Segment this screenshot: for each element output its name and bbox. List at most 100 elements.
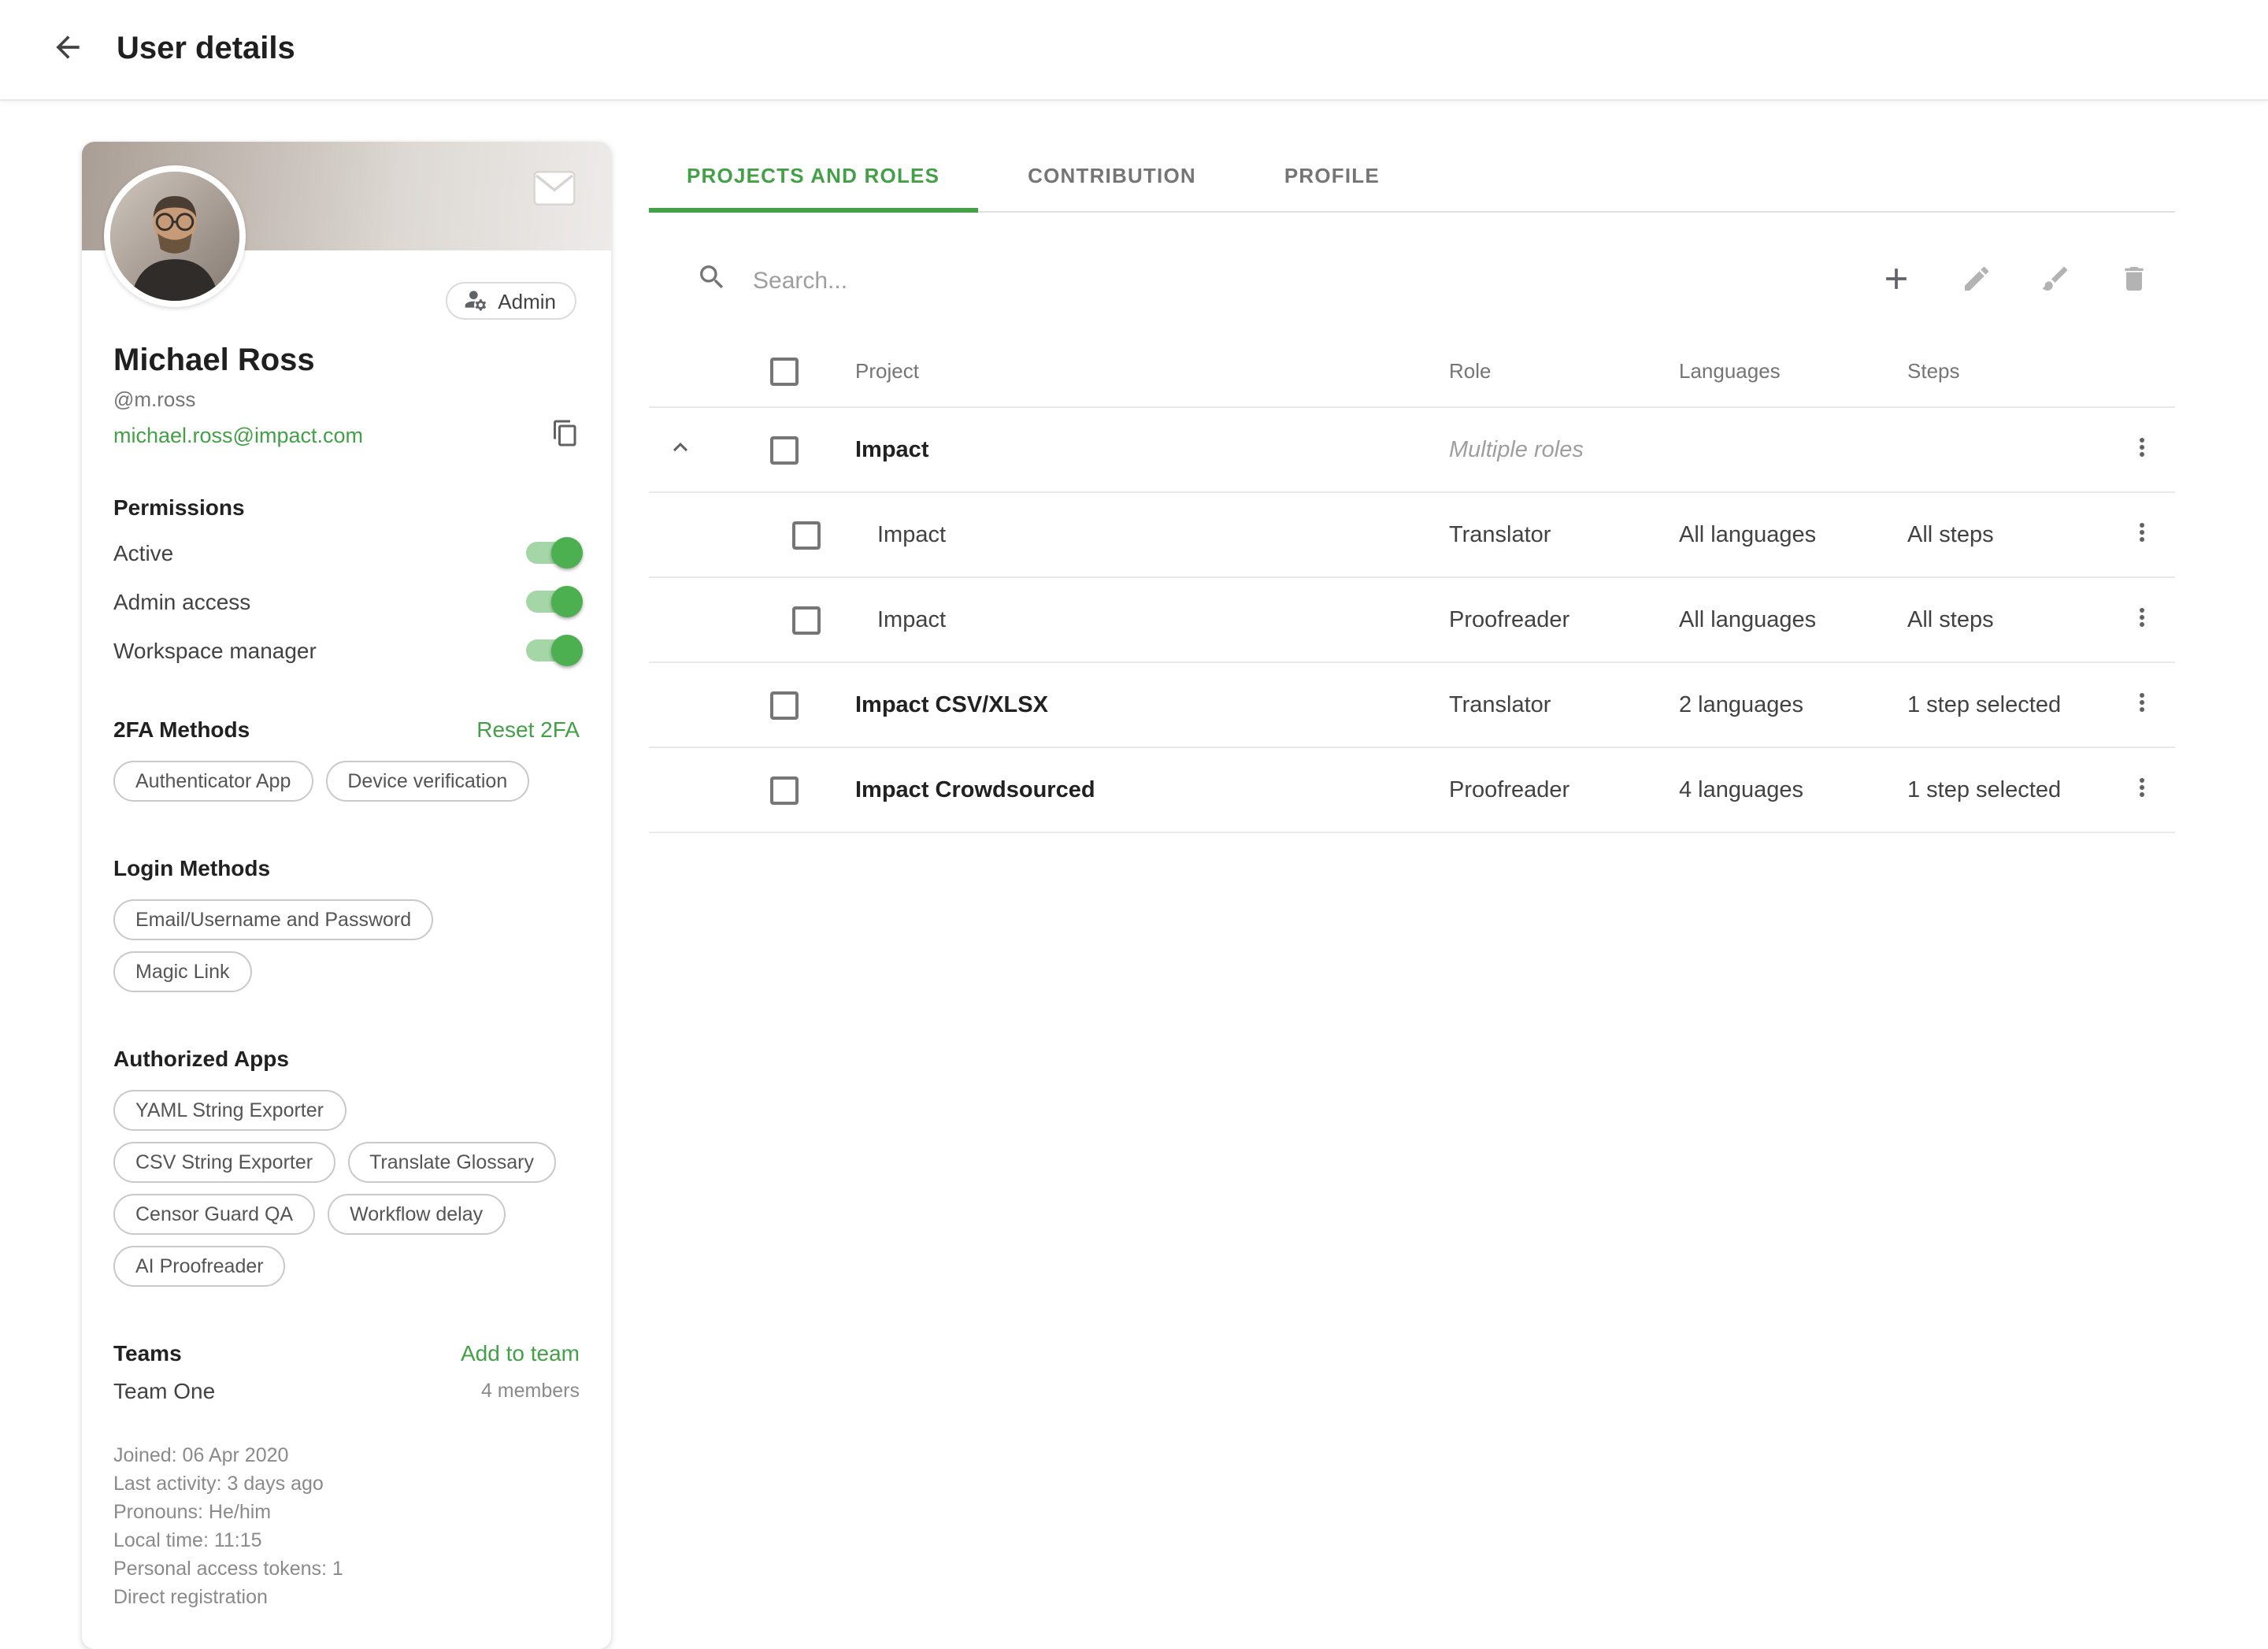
- permission-toggle[interactable]: [526, 639, 580, 661]
- row-checkbox[interactable]: [792, 521, 821, 549]
- row-menu-button[interactable]: [2128, 603, 2156, 636]
- cell-role: Proofreader: [1449, 607, 1679, 632]
- cell-role: Translator: [1449, 522, 1679, 547]
- arrow-left-icon: [50, 30, 85, 69]
- permission-row: Workspace manager: [113, 625, 580, 674]
- chevron-up-icon: [666, 603, 695, 636]
- toggle-knob: [551, 585, 583, 617]
- tab-bar: PROJECTS AND ROLESCONTRIBUTIONPROFILE: [649, 140, 2175, 213]
- column-header-steps: Steps: [1907, 359, 2109, 383]
- cell-role: Proofreader: [1449, 777, 1679, 802]
- chevron-up-icon: [666, 433, 695, 466]
- collapse-row-button[interactable]: [649, 600, 712, 639]
- row-menu-button[interactable]: [2128, 518, 2156, 551]
- teams-list: Team One 4 members: [113, 1375, 580, 1406]
- table-toolbar: [649, 247, 2175, 313]
- row-menu-button[interactable]: [2128, 688, 2156, 721]
- login-method-chip: Magic Link: [113, 951, 252, 992]
- user-card: Admin Michael Ross @m.ross michael.ross@…: [82, 142, 611, 1649]
- login-method-chips: Email/Username and Password Magic Link: [113, 899, 580, 1003]
- reset-2fa-link[interactable]: Reset 2FA: [476, 717, 580, 742]
- select-all-checkbox[interactable]: [770, 357, 799, 385]
- meta-line: Personal access tokens: 1: [113, 1555, 580, 1583]
- login-method-chip: Email/Username and Password: [113, 899, 433, 940]
- row-menu-button[interactable]: [2128, 433, 2156, 466]
- projects-table: Impact Multiple roles: [649, 408, 2175, 833]
- kebab-menu-icon: [2128, 518, 2156, 551]
- cell-languages: 2 languages: [1679, 692, 1907, 717]
- cell-steps: All steps: [1907, 607, 2109, 632]
- meta-line: Last activity: 3 days ago: [113, 1469, 580, 1498]
- teams-section-head: Teams Add to team: [113, 1339, 580, 1367]
- table-row: Impact Multiple roles: [649, 408, 2175, 493]
- kebab-menu-icon: [2128, 603, 2156, 636]
- permissions-title: Permissions: [113, 493, 580, 521]
- toolbar-actions: [1876, 258, 2175, 303]
- cell-project: Impact: [825, 522, 1449, 547]
- cell-project: Impact Crowdsourced: [825, 777, 1449, 802]
- kebab-menu-icon: [2128, 688, 2156, 721]
- add-to-team-link[interactable]: Add to team: [461, 1340, 580, 1366]
- collapse-row-button[interactable]: [649, 685, 712, 724]
- search-input[interactable]: [750, 265, 1411, 295]
- trash-icon: [2118, 262, 2150, 298]
- send-email-button[interactable]: [529, 167, 580, 214]
- clear-roles-button[interactable]: [2036, 259, 2074, 302]
- row-checkbox[interactable]: [770, 691, 799, 719]
- authorized-app-chip: AI Proofreader: [113, 1246, 286, 1287]
- twofa-chip: Device verification: [325, 761, 529, 802]
- avatar: [104, 165, 246, 307]
- search-box: [649, 261, 1876, 300]
- permission-toggle[interactable]: [526, 590, 580, 612]
- cell-steps: 1 step selected: [1907, 777, 2109, 802]
- kebab-menu-icon: [2128, 773, 2156, 806]
- permission-row: Admin access: [113, 576, 580, 625]
- kebab-menu-icon: [2128, 433, 2156, 466]
- row-checkbox[interactable]: [770, 776, 799, 804]
- copy-email-button[interactable]: [551, 417, 580, 453]
- toggle-knob: [551, 536, 583, 568]
- meta-line: Joined: 06 Apr 2020: [113, 1441, 580, 1469]
- row-checkbox[interactable]: [792, 606, 821, 634]
- collapse-row-button[interactable]: [649, 430, 712, 469]
- cell-languages: All languages: [1679, 522, 1907, 547]
- tab[interactable]: PROJECTS AND ROLES: [649, 140, 977, 211]
- permission-toggle[interactable]: [526, 541, 580, 563]
- admin-badge: Admin: [446, 282, 576, 320]
- tab[interactable]: CONTRIBUTION: [990, 140, 1234, 211]
- tab[interactable]: PROFILE: [1247, 140, 1418, 211]
- envelope-icon: [532, 187, 576, 211]
- user-username: @m.ross: [113, 386, 580, 413]
- row-menu-button[interactable]: [2128, 773, 2156, 806]
- admin-badge-label: Admin: [498, 289, 556, 313]
- email-row: michael.ross@impact.com: [113, 417, 580, 452]
- user-name: Michael Ross: [113, 340, 580, 381]
- row-checkbox[interactable]: [770, 435, 799, 464]
- collapse-row-button[interactable]: [649, 515, 712, 554]
- permission-label: Active: [113, 539, 173, 565]
- brush-icon: [2040, 262, 2071, 298]
- plus-icon: [1879, 261, 1914, 300]
- column-header-languages: Languages: [1679, 359, 1907, 383]
- back-button[interactable]: [41, 20, 94, 79]
- delete-button[interactable]: [2115, 259, 2153, 302]
- login-methods-title: Login Methods: [113, 854, 580, 882]
- pencil-icon: [1961, 262, 1992, 298]
- user-meta: Joined: 06 Apr 2020Last activity: 3 days…: [113, 1441, 580, 1611]
- table-row: Impact CSV/XLSX Translator 2 languages 1…: [649, 663, 2175, 748]
- authorized-app-chip: Censor Guard QA: [113, 1194, 315, 1235]
- cell-steps: 1 step selected: [1907, 692, 2109, 717]
- add-button[interactable]: [1876, 258, 1917, 303]
- table-header-row: Project Role Languages Steps: [649, 335, 2175, 408]
- user-email-link[interactable]: michael.ross@impact.com: [113, 423, 363, 447]
- column-header-role: Role: [1449, 359, 1679, 383]
- team-name: Team One: [113, 1378, 215, 1403]
- meta-line: Local time: 11:15: [113, 1526, 580, 1555]
- cell-role: Translator: [1449, 692, 1679, 717]
- twofa-chip: Authenticator App: [113, 761, 313, 802]
- edit-button[interactable]: [1958, 259, 1996, 302]
- permission-row: Active: [113, 528, 580, 576]
- collapse-row-button[interactable]: [649, 770, 712, 810]
- cell-languages: 4 languages: [1679, 777, 1907, 802]
- cell-languages: All languages: [1679, 607, 1907, 632]
